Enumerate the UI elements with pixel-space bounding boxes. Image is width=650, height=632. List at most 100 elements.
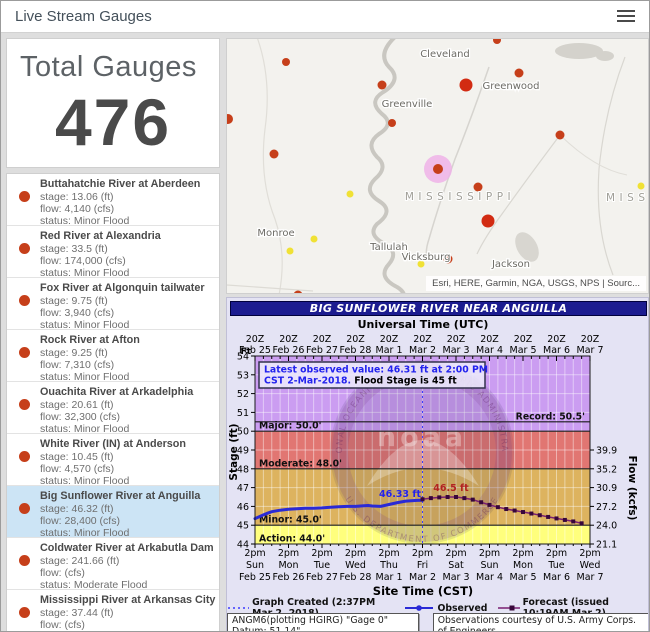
gauge-map-dot[interactable] [515,69,524,78]
svg-text:Mar 6: Mar 6 [543,345,570,356]
svg-text:Fri: Fri [417,560,428,571]
svg-text:Action: 44.0': Action: 44.0' [259,534,325,545]
svg-text:20Z: 20Z [514,334,533,345]
svg-text:Feb 28: Feb 28 [340,345,372,356]
svg-text:Mar 5: Mar 5 [510,345,537,356]
svg-text:Mar 3: Mar 3 [443,345,470,356]
svg-text:Mar 7: Mar 7 [577,572,604,583]
svg-text:Feb 28: Feb 28 [340,572,372,583]
map-panel[interactable]: ClevelandGreenwoodGreenvilleMonroeTallul… [226,38,649,294]
svg-text:Mon: Mon [513,560,533,571]
svg-text:Mar 4: Mar 4 [476,572,503,583]
gauge-name: Mississippi River at Arkansas City [40,594,215,607]
gauge-flow: flow: (cfs) [40,619,215,631]
gauge-map-dot[interactable] [378,81,387,90]
svg-text:20Z: 20Z [346,334,365,345]
svg-text:Sun: Sun [246,560,264,571]
gauge-status-dot [19,451,30,462]
gauge-map-dot[interactable] [388,119,396,127]
svg-text:Minor: 45.0': Minor: 45.0' [259,515,322,526]
gauge-list-item[interactable]: Big Sunflower River at Anguillastage: 46… [7,486,219,538]
svg-text:2pm: 2pm [278,548,299,559]
svg-text:Wed: Wed [580,560,601,571]
gauge-status-dot [19,295,30,306]
page-title: Live Stream Gauges [15,8,152,25]
gauge-status-dot [19,243,30,254]
svg-text:30.9: 30.9 [596,483,617,494]
map-city-label: Vicksburg [402,252,451,263]
gauge-list-item[interactable]: Ouachita River at Arkadelphiastage: 20.6… [7,382,219,434]
map-svg[interactable]: ClevelandGreenwoodGreenvilleMonroeTallul… [227,39,649,294]
svg-text:Mar 3: Mar 3 [443,572,470,583]
gauge-status-dot [19,607,30,618]
svg-text:2pm: 2pm [479,548,500,559]
svg-text:24.0: 24.0 [596,521,617,532]
gauge-list-item[interactable]: Mississippi River at Arkansas Citystage:… [7,590,219,632]
gauge-map-dot-yellow[interactable] [638,183,645,190]
gauge-stage: stage: 13.06 (ft) [40,191,200,203]
svg-text:52: 52 [237,389,249,400]
gauge-list-item[interactable]: Red River at Alexandriastage: 33.5 (ft)f… [7,226,219,278]
hydrograph-panel: BIG SUNFLOWER RIVER NEAR ANGUILLA Univer… [226,297,649,632]
svg-text:20Z: 20Z [480,334,499,345]
gauge-stage: stage: 37.44 (ft) [40,607,215,619]
svg-text:Latest observed value: 46.31: Latest observed value: 46.31 ft at 2:00 … [264,365,488,376]
svg-text:Feb 26: Feb 26 [273,345,305,356]
gauge-name: Big Sunflower River at Anguilla [40,490,200,503]
gauge-map-dot[interactable] [482,215,495,228]
gauge-map-dot[interactable] [460,79,473,92]
svg-text:Record: 50.5': Record: 50.5' [516,411,585,422]
svg-text:Site Time (CST): Site Time (CST) [373,584,473,598]
hydrograph-chart: Universal Time (UTC)20ZFeb 2520ZFeb 2620… [227,298,649,598]
gauge-stage: stage: 9.75 (ft) [40,295,205,307]
gauge-map-dot-yellow[interactable] [347,191,354,198]
gauge-list-item[interactable]: White River (IN) at Andersonstage: 10.45… [7,434,219,486]
gauge-status-dot [19,503,30,514]
gauge-flow: flow: 4,570 (cfs) [40,463,186,475]
svg-text:Moderate: 48.0': Moderate: 48.0' [259,458,342,469]
gauge-flow: flow: 32,300 (cfs) [40,411,193,423]
svg-text:39.9: 39.9 [596,446,617,457]
svg-text:2pm: 2pm [412,548,433,559]
gauge-name: White River (IN) at Anderson [40,438,186,451]
gauge-list[interactable]: Buttahatchie River at Aberdeenstage: 13.… [6,173,220,632]
svg-text:Mar 1: Mar 1 [376,572,403,583]
gauge-flow: flow: 7,310 (cfs) [40,359,140,371]
gauge-list-item[interactable]: Rock River at Aftonstage: 9.25 (ft)flow:… [7,330,219,382]
svg-text:Mar 4: Mar 4 [476,345,503,356]
svg-text:Sat: Sat [448,560,464,571]
svg-text:53: 53 [237,370,249,381]
gauge-map-dot[interactable] [282,58,290,66]
gauge-map-dot[interactable] [556,131,565,140]
svg-text:27.2: 27.2 [596,502,617,513]
gauge-name: Rock River at Afton [40,334,140,347]
gauge-map-dot-yellow[interactable] [311,236,318,243]
gauge-map-dot-yellow[interactable] [287,248,294,255]
svg-text:Major: 50.0': Major: 50.0' [259,421,321,432]
map-attribution: Esri, HERE, Garmin, NGA, USGS, NPS | Sou… [426,276,646,291]
map-city-label: Monroe [257,228,294,239]
svg-text:2pm: 2pm [311,548,332,559]
svg-text:2pm: 2pm [345,548,366,559]
gauge-list-item[interactable]: Fox River at Algonquin tailwaterstage: 9… [7,278,219,330]
svg-text:Sun: Sun [480,560,498,571]
map-city-label: Cleveland [420,49,470,60]
svg-text:54: 54 [237,352,249,363]
legend-item: Observed [404,603,487,614]
svg-text:Mar 5: Mar 5 [510,572,537,583]
hamburger-menu-icon[interactable] [617,10,635,24]
gauge-flow: flow: 3,940 (cfs) [40,307,205,319]
svg-text:2pm: 2pm [512,548,533,559]
gauge-flow: flow: 174,000 (cfs) [40,255,161,267]
svg-text:2pm: 2pm [579,548,600,559]
svg-text:20Z: 20Z [413,334,432,345]
gauge-flow: flow: 4,140 (cfs) [40,203,200,215]
app-frame: Live Stream Gauges Total Gauges 476 Butt… [0,0,650,632]
svg-text:Mar 6: Mar 6 [543,572,570,583]
gauge-map-dot[interactable] [270,150,279,159]
selected-gauge-dot[interactable] [433,164,443,174]
gauge-list-item[interactable]: Buttahatchie River at Aberdeenstage: 13.… [7,174,219,226]
gauge-name: Coldwater River at Arkabutla Dam [40,542,214,555]
svg-text:47: 47 [237,483,249,494]
gauge-list-item[interactable]: Coldwater River at Arkabutla Damstage: 2… [7,538,219,590]
